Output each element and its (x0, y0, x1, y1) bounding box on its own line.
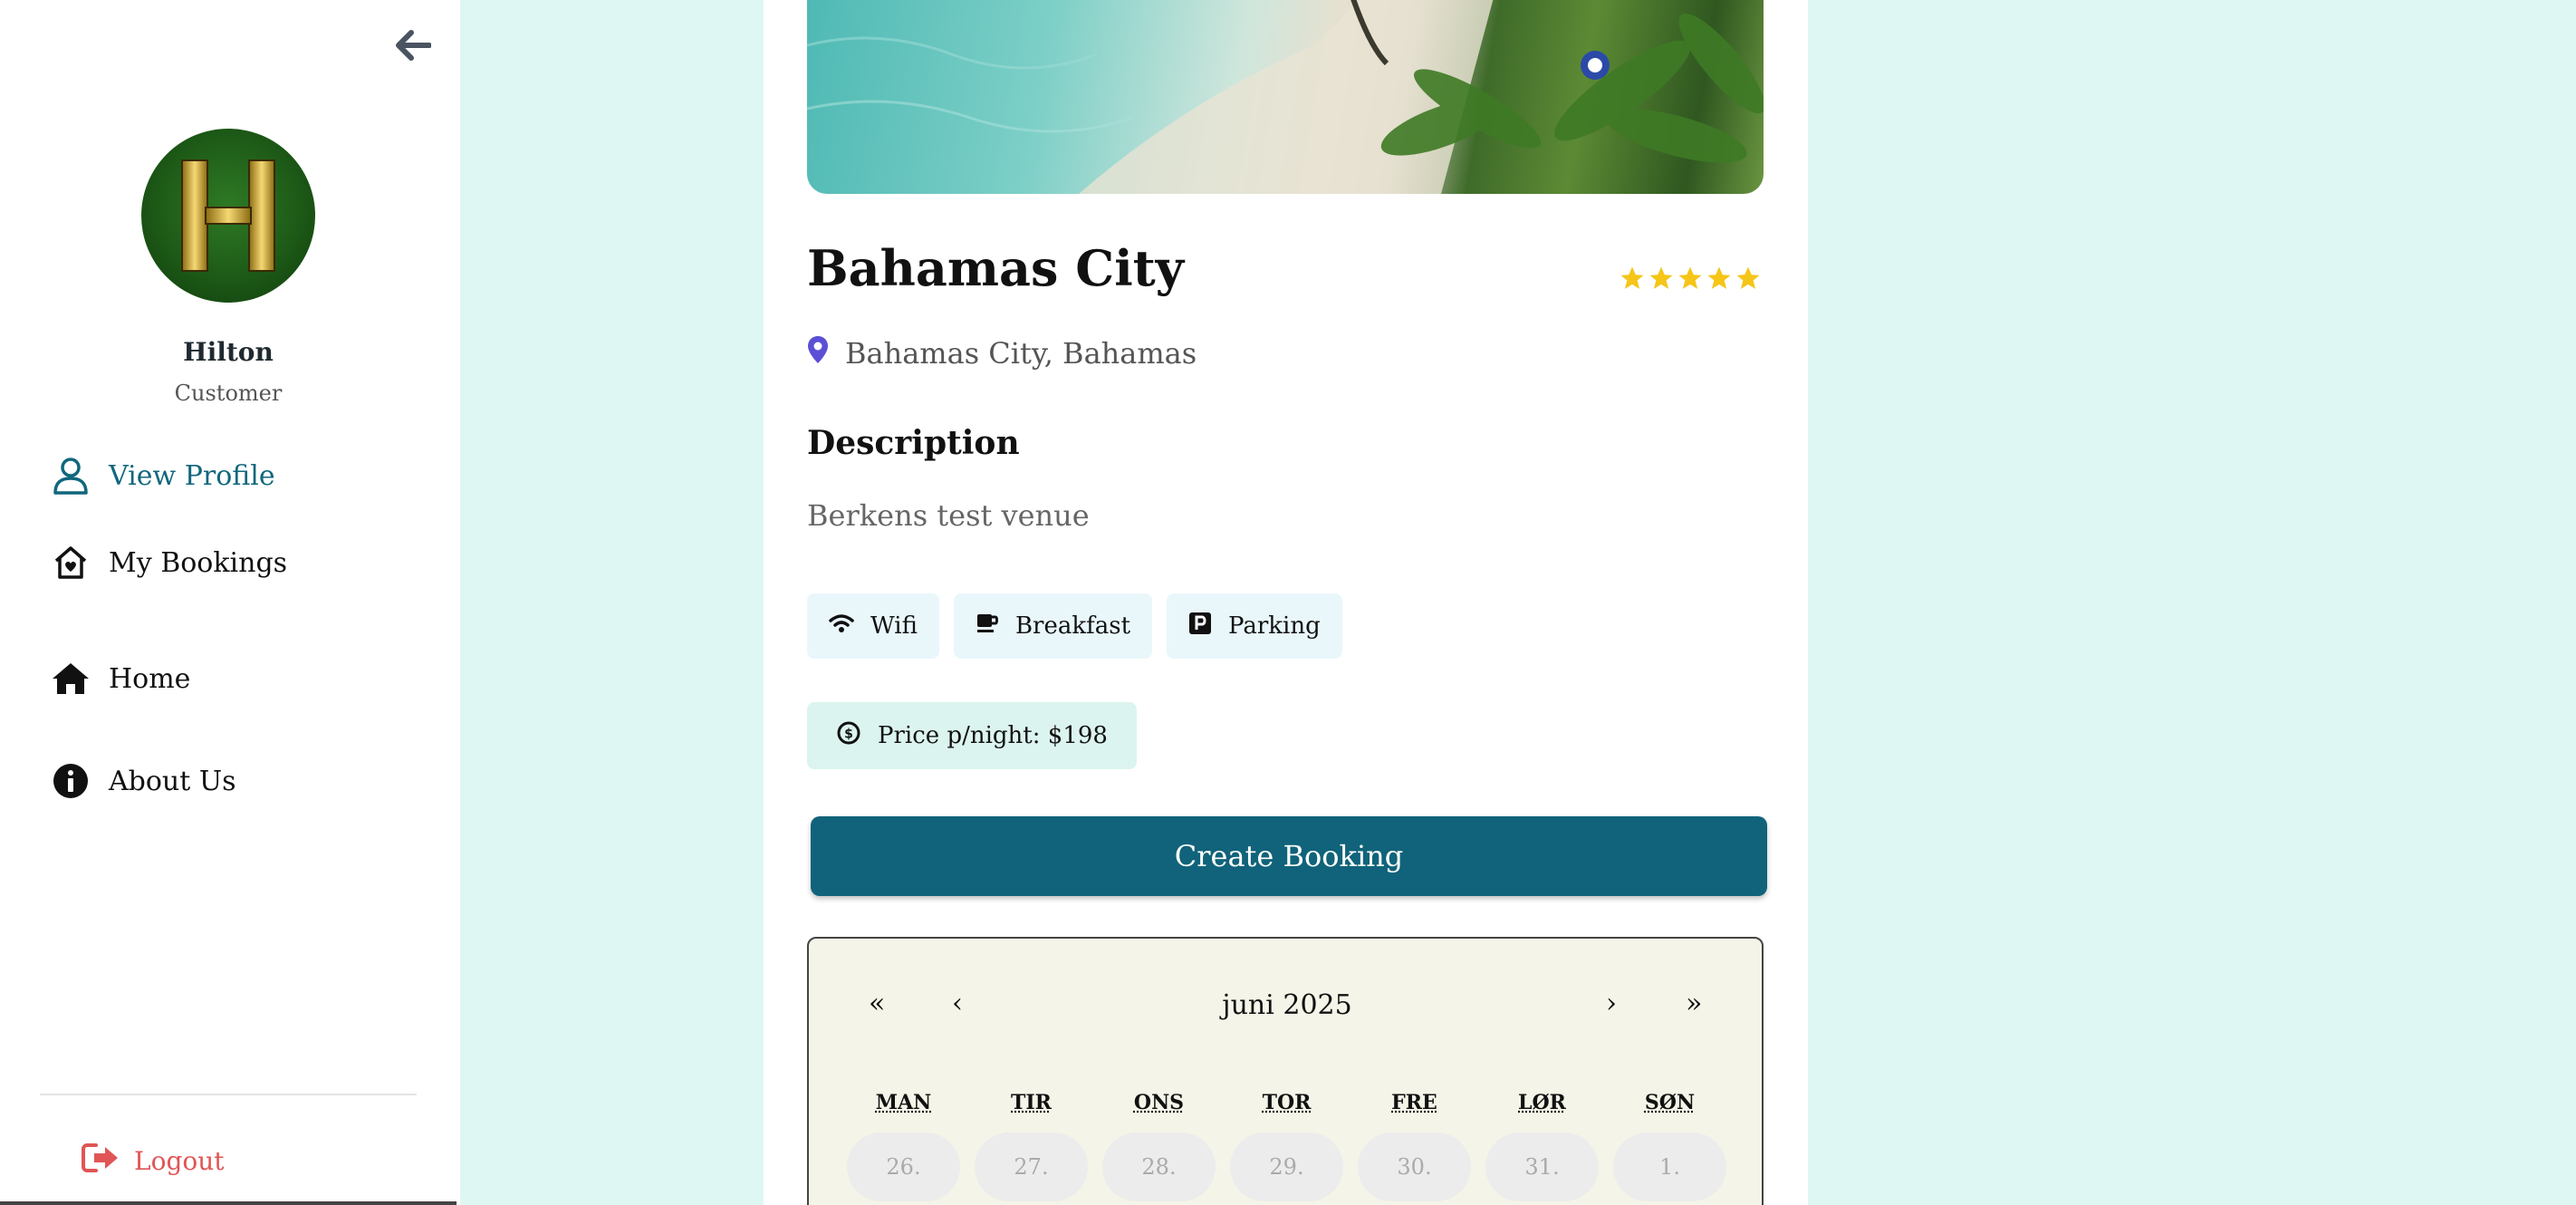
nav-about-us-label: About Us (109, 766, 236, 797)
calendar-days-row: 26. 27. 28. 29. 30. 31. 1. (840, 1131, 1734, 1203)
calendar-day-label: 31. (1524, 1154, 1559, 1180)
calendar-day-label: 28. (1141, 1154, 1176, 1180)
coffee-cup-icon (976, 612, 999, 641)
user-name: Hilton (0, 337, 457, 367)
calendar-month-label[interactable]: juni 2025 (809, 989, 1765, 1021)
calendar-day-label: 30. (1397, 1154, 1431, 1180)
nav-view-profile-label: View Profile (109, 460, 275, 492)
calendar-day[interactable]: 26. (840, 1131, 967, 1203)
calendar-day-label: 27. (1014, 1154, 1048, 1180)
calendar-day[interactable]: 1. (1606, 1131, 1734, 1203)
calendar-day-label: 1. (1659, 1154, 1680, 1180)
star-icon (1648, 265, 1675, 292)
amenity-chip-breakfast: Breakfast (954, 593, 1152, 659)
venue-location: Bahamas City, Bahamas (807, 335, 1197, 371)
nav-my-bookings[interactable]: My Bookings (51, 543, 287, 583)
star-rating (1619, 265, 1762, 292)
nav-view-profile[interactable]: View Profile (51, 456, 275, 496)
wifi-icon (829, 612, 854, 640)
logout-button[interactable]: Logout (82, 1142, 225, 1181)
weekday-label: SØN (1606, 1091, 1734, 1114)
calendar-day[interactable]: 27. (967, 1131, 1095, 1203)
user-icon (51, 456, 91, 496)
calendar-weekdays: MAN TIR ONS TOR FRE LØR SØN (840, 1091, 1734, 1114)
calendar-day[interactable]: 31. (1478, 1131, 1606, 1203)
star-icon (1706, 265, 1733, 292)
logout-icon (82, 1142, 120, 1181)
weekday-label: ONS (1095, 1091, 1223, 1114)
venue-title: Bahamas City (807, 239, 1184, 297)
location-text: Bahamas City, Bahamas (845, 336, 1197, 371)
description-text: Berkens test venue (807, 498, 1090, 533)
booking-calendar: « ‹ juni 2025 › » MAN TIR ONS TOR FRE LØ… (807, 937, 1764, 1205)
amenity-label: Breakfast (1015, 612, 1130, 640)
calendar-day[interactable]: 28. (1095, 1131, 1223, 1203)
info-icon (51, 761, 91, 801)
weekday-label: TIR (967, 1091, 1095, 1114)
star-icon (1677, 265, 1704, 292)
amenity-chip-parking: Parking (1167, 593, 1342, 659)
weekday-label: FRE (1350, 1091, 1478, 1114)
avatar (141, 129, 315, 303)
back-arrow-icon[interactable] (389, 24, 437, 67)
calendar-day[interactable]: 30. (1350, 1131, 1478, 1203)
nav-home-label: Home (109, 663, 190, 695)
user-role: Customer (0, 381, 457, 406)
price-chip: $ Price p/night: $198 (807, 702, 1137, 769)
calendar-day[interactable]: 29. (1223, 1131, 1350, 1203)
house-heart-icon (51, 543, 91, 583)
sidebar-divider (40, 1094, 417, 1095)
sidebar: Hilton Customer View Profile My Bookings… (0, 0, 460, 1205)
weekday-label: TOR (1223, 1091, 1350, 1114)
parking-icon (1188, 612, 1212, 641)
venue-hero-image (807, 0, 1764, 194)
location-pin-icon (807, 335, 829, 371)
star-icon (1619, 265, 1646, 292)
calendar-day-label: 29. (1269, 1154, 1303, 1180)
calendar-day-label: 26. (886, 1154, 920, 1180)
weekday-label: LØR (1478, 1091, 1606, 1114)
weekday-label: MAN (840, 1091, 967, 1114)
nav-home[interactable]: Home (51, 659, 190, 699)
star-icon (1735, 265, 1762, 292)
price-label: Price p/night: $198 (878, 722, 1108, 749)
nav-my-bookings-label: My Bookings (109, 547, 287, 579)
create-booking-button[interactable]: Create Booking (811, 816, 1767, 896)
coins-icon: $ (836, 720, 861, 752)
next-month-button[interactable]: › (1606, 988, 1617, 1019)
description-heading: Description (807, 424, 1020, 462)
amenity-label: Wifi (870, 612, 918, 640)
venue-card: Bahamas City Bahamas City, Bahamas Descr… (764, 0, 1808, 1205)
amenity-label: Parking (1228, 612, 1321, 640)
home-icon (51, 659, 91, 699)
next-year-button[interactable]: » (1686, 988, 1702, 1019)
amenity-list: Wifi Breakfast Parking (807, 593, 1342, 659)
scroll-bar (0, 1201, 457, 1205)
amenity-chip-wifi: Wifi (807, 593, 939, 659)
svg-text:$: $ (844, 727, 853, 741)
nav-about-us[interactable]: About Us (51, 761, 236, 801)
logout-label: Logout (134, 1146, 225, 1176)
